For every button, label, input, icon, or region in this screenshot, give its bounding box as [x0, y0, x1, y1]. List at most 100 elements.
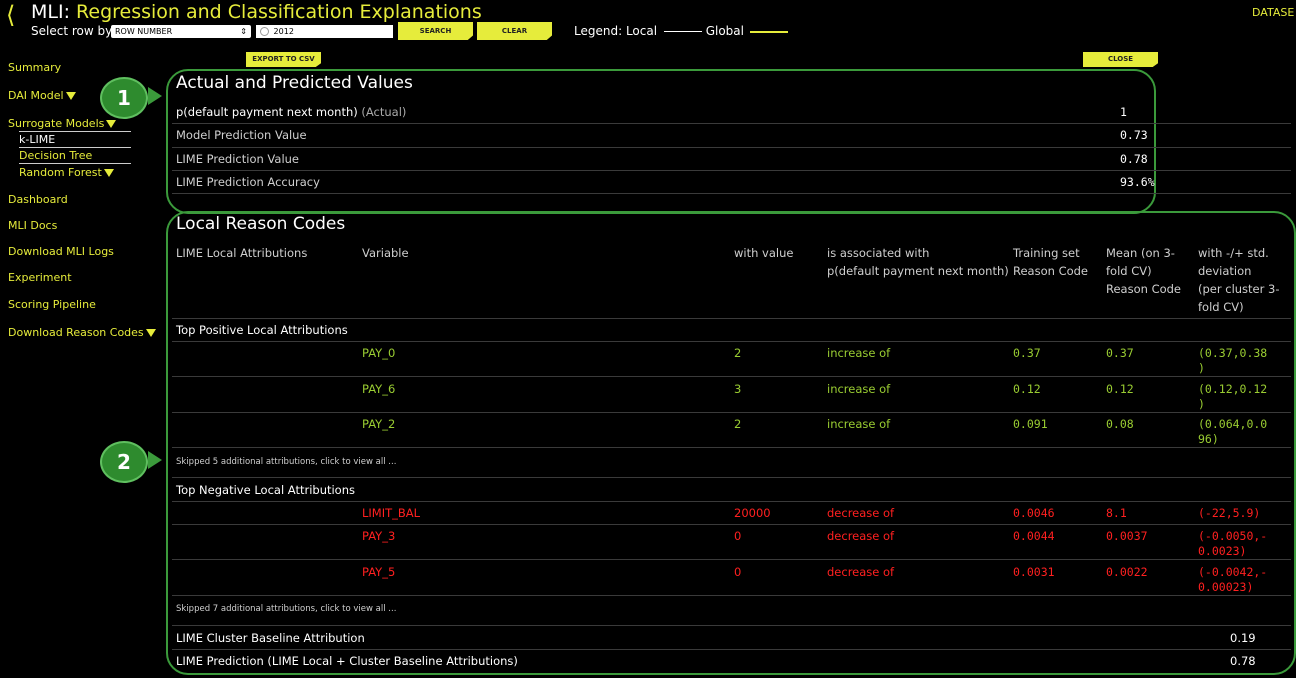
col-header-association-line2: p(default payment next month) [827, 264, 1009, 278]
select-row-label: Select row by: [31, 24, 116, 38]
negative-deviation-line2: 0.00023) [1198, 580, 1254, 594]
positive-training-code: 0.12 [1013, 382, 1041, 396]
close-button[interactable]: CLOSE [1083, 52, 1158, 67]
baseline-value: 0.19 [1230, 631, 1256, 645]
skipped-negative-link[interactable]: Skipped 7 additional attributions, click… [176, 604, 396, 614]
actual-row-label: p(default payment next month) (Actual) [176, 105, 406, 119]
positive-deviation-line2: 96) [1198, 432, 1219, 446]
positive-mean-code: 0.12 [1106, 382, 1134, 396]
sidebar-item-k-lime[interactable]: k-LIME [19, 133, 55, 146]
col-header-deviation-line1: with -/+ std. [1198, 246, 1269, 260]
dataset-link[interactable]: DATASE [1252, 6, 1294, 19]
row-divider [172, 524, 1291, 525]
row-divider [172, 147, 1291, 148]
col-header-deviation-line2: deviation [1198, 264, 1252, 278]
row-select-value: ROW NUMBER [115, 27, 173, 36]
negative-deviation: (-0.0042,- 0.00023) [1198, 565, 1267, 595]
lime-prediction-value: 0.78 [1120, 152, 1148, 166]
row-select-dropdown[interactable]: ROW NUMBER ⇕ [111, 25, 251, 38]
negative-variable: PAY_3 [362, 529, 396, 543]
clear-button[interactable]: CLEAR [477, 22, 552, 40]
search-input[interactable]: 2012 [256, 25, 393, 38]
triangle-down-icon [103, 169, 114, 177]
sidebar-item-scoring-pipeline[interactable]: Scoring Pipeline [8, 298, 96, 311]
sidebar-item-summary[interactable]: Summary [8, 61, 61, 74]
actual-label: p(default payment next month) [176, 105, 358, 119]
row-divider [172, 318, 1291, 319]
sidebar-item-random-forest[interactable]: Random Forest [19, 166, 114, 179]
negative-deviation-line1: (-0.0050,- [1198, 529, 1268, 543]
sidebar-item-experiment[interactable]: Experiment [8, 271, 72, 284]
positive-section-header: Top Positive Local Attributions [176, 323, 348, 337]
sidebar-item-label: Surrogate Models [8, 117, 105, 130]
annotation-badge-1: 1 [100, 77, 148, 119]
positive-association: increase of [827, 417, 891, 431]
model-prediction-label: Model Prediction Value [176, 128, 307, 142]
col-header-deviation: with -/+ std. deviation (per cluster 3- … [1198, 244, 1279, 316]
back-chevron-icon[interactable]: ⟨ [6, 3, 15, 27]
negative-association: decrease of [827, 506, 895, 520]
negative-training-code: 0.0046 [1013, 506, 1055, 520]
lime-prediction-label: LIME Prediction Value [176, 152, 300, 166]
sidebar-item-surrogate-models[interactable]: Surrogate Models [8, 117, 117, 130]
triangle-down-icon [145, 329, 156, 337]
actual-predicted-title: Actual and Predicted Values [176, 73, 413, 93]
positive-association: increase of [827, 382, 891, 396]
search-button[interactable]: SEARCH [398, 22, 473, 40]
col-header-training-line2: Reason Code [1013, 264, 1089, 278]
row-divider [172, 341, 1291, 342]
col-header-variable: Variable [362, 246, 409, 260]
skipped-positive-link[interactable]: Skipped 5 additional attributions, click… [176, 457, 396, 467]
positive-deviation-line1: (0.12,0.12 [1198, 382, 1268, 396]
sidebar-item-dai-model[interactable]: DAI Model [8, 89, 76, 102]
negative-training-code: 0.0044 [1013, 529, 1055, 543]
col-header-training: Training set Reason Code [1013, 244, 1088, 280]
search-icon [260, 27, 269, 36]
positive-deviation-line1: (0.37,0.38 [1198, 346, 1268, 360]
negative-value: 0 [734, 529, 742, 543]
negative-mean-code: 0.0037 [1106, 529, 1148, 543]
row-divider [172, 123, 1291, 124]
col-header-training-line1: Training set [1013, 246, 1080, 260]
lime-accuracy-label: LIME Prediction Accuracy [176, 175, 320, 189]
negative-mean-code: 0.0022 [1106, 565, 1148, 579]
row-divider [172, 170, 1291, 171]
col-header-deviation-line3: (per cluster 3- [1198, 282, 1280, 296]
sidebar-divider [19, 163, 131, 164]
negative-variable: PAY_5 [362, 565, 396, 579]
sidebar-item-mli-docs[interactable]: MLI Docs [8, 219, 57, 232]
positive-deviation-line2: ) [1198, 397, 1205, 411]
col-header-value: with value [734, 246, 794, 260]
negative-value: 20000 [734, 506, 771, 520]
sidebar-item-download-mli-logs[interactable]: Download MLI Logs [8, 245, 114, 258]
actual-value: 1 [1120, 105, 1127, 119]
positive-value: 2 [734, 417, 742, 431]
positive-value: 2 [734, 346, 742, 360]
lime-prediction-total-value: 0.78 [1230, 654, 1256, 668]
row-divider [172, 376, 1291, 377]
sidebar-item-dashboard[interactable]: Dashboard [8, 193, 68, 206]
positive-training-code: 0.37 [1013, 346, 1041, 360]
sidebar-item-decision-tree[interactable]: Decision Tree [19, 149, 92, 162]
legend-global-label: Global [705, 24, 744, 38]
negative-deviation-line2: 0.0023) [1198, 544, 1247, 558]
legend: Legend: Local Global [574, 24, 788, 38]
row-divider [172, 625, 1291, 626]
negative-training-code: 0.0031 [1013, 565, 1055, 579]
positive-deviation-line2: ) [1198, 361, 1205, 375]
negative-variable: LIMIT_BAL [362, 506, 421, 520]
sidebar-item-download-reason-codes[interactable]: Download Reason Codes [8, 326, 156, 339]
positive-mean-code: 0.37 [1106, 346, 1134, 360]
positive-association: increase of [827, 346, 891, 360]
col-header-association: is associated with p(default payment nex… [827, 244, 1009, 280]
reason-codes-title: Local Reason Codes [176, 214, 346, 234]
triangle-down-icon [106, 120, 117, 128]
export-csv-button[interactable]: EXPORT TO CSV [246, 52, 321, 67]
col-header-association-line1: is associated with [827, 246, 930, 260]
annotation-badge-2: 2 [100, 441, 148, 483]
positive-deviation: (0.064,0.0 96) [1198, 417, 1267, 447]
col-header-mean-line2: fold CV) [1106, 264, 1152, 278]
legend-global-line [749, 30, 788, 33]
col-header-mean-line1: Mean (on 3- [1106, 246, 1175, 260]
positive-deviation: (0.12,0.12 ) [1198, 382, 1267, 412]
